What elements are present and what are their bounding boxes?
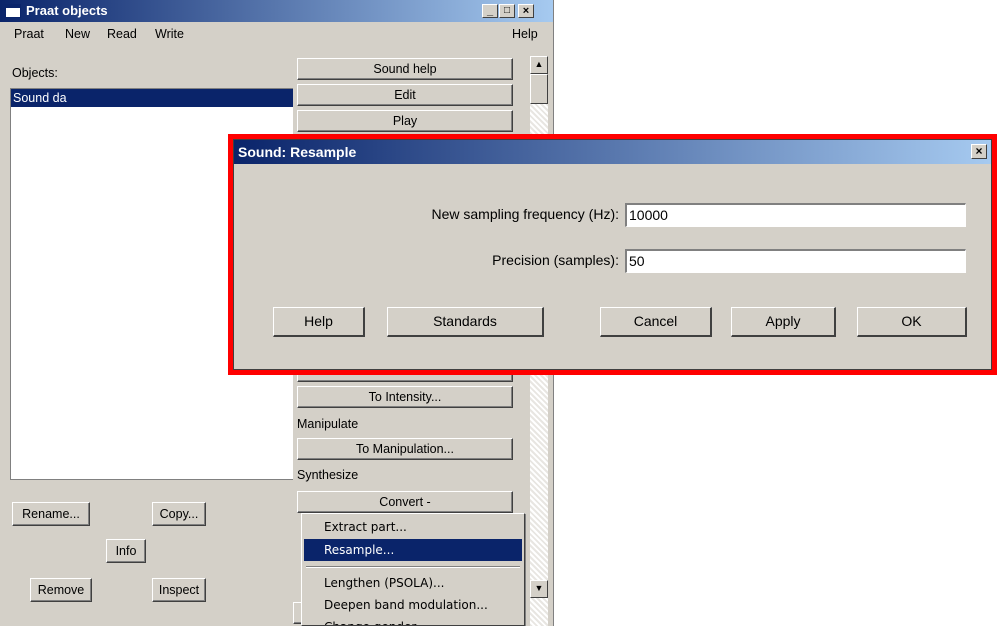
objects-label: Objects: [12,66,58,80]
convert-menu-button[interactable]: Convert - [297,491,513,513]
edit-button[interactable]: Edit [297,84,513,106]
copy-button[interactable]: Copy... [152,502,206,526]
menu-read[interactable]: Read [107,27,137,41]
info-button[interactable]: Info [106,539,146,563]
menu-bar: Praat New Read Write Help [0,24,553,44]
convert-dropdown-menu: Extract part... Resample... Lengthen (PS… [301,513,525,626]
menu-item-change-gender[interactable]: Change gender... [304,616,522,625]
sampling-frequency-label: New sampling frequency (Hz): [431,206,619,222]
to-intensity-button[interactable]: To Intensity... [297,386,513,408]
menu-separator [306,566,520,568]
standards-button[interactable]: Standards [387,307,544,337]
sampling-frequency-input[interactable]: 10000 [625,203,966,227]
synthesize-label: Synthesize [297,468,359,482]
scroll-down-icon[interactable]: ▼ [530,580,548,598]
inspect-button[interactable]: Inspect [152,578,206,602]
menu-item-resample[interactable]: Resample... [304,539,522,561]
precision-input[interactable]: 50 [625,249,966,273]
window-title: Praat objects [26,3,108,18]
praat-app-icon [5,4,21,18]
minimize-button[interactable]: _ [482,4,498,18]
menu-praat[interactable]: Praat [14,27,44,41]
scrollbar-thumb[interactable] [530,74,548,104]
window-close-button[interactable]: × [518,4,534,18]
dialog-close-button[interactable]: × [971,144,987,159]
manipulate-label: Manipulate [297,417,359,431]
dialog-title: Sound: Resample [238,144,357,160]
window-titlebar[interactable]: Praat objects _ □ × [0,0,553,22]
dialog-titlebar[interactable]: Sound: Resample × [234,140,991,164]
rename-button[interactable]: Rename... [12,502,90,526]
resample-dialog: Sound: Resample × New sampling frequency… [233,139,992,370]
play-button[interactable]: Play [297,110,513,132]
menu-help[interactable]: Help [512,27,538,41]
precision-label: Precision (samples): [492,252,619,268]
list-item-sound-da[interactable]: Sound da [11,89,293,107]
menu-new[interactable]: New [65,27,90,41]
to-manipulation-button[interactable]: To Manipulation... [297,438,513,460]
sound-help-button[interactable]: Sound help [297,58,513,80]
menu-item-extract-part[interactable]: Extract part... [304,516,522,538]
cancel-button[interactable]: Cancel [600,307,712,337]
scroll-up-icon[interactable]: ▲ [530,56,548,74]
help-button[interactable]: Help [273,307,365,337]
remove-button[interactable]: Remove [30,578,92,602]
menu-write[interactable]: Write [155,27,184,41]
maximize-button[interactable]: □ [499,4,515,18]
menu-item-deepen-band-modulation[interactable]: Deepen band modulation... [304,594,522,616]
menu-item-lengthen-psola[interactable]: Lengthen (PSOLA)... [304,572,522,594]
ok-button[interactable]: OK [857,307,967,337]
apply-button[interactable]: Apply [731,307,836,337]
